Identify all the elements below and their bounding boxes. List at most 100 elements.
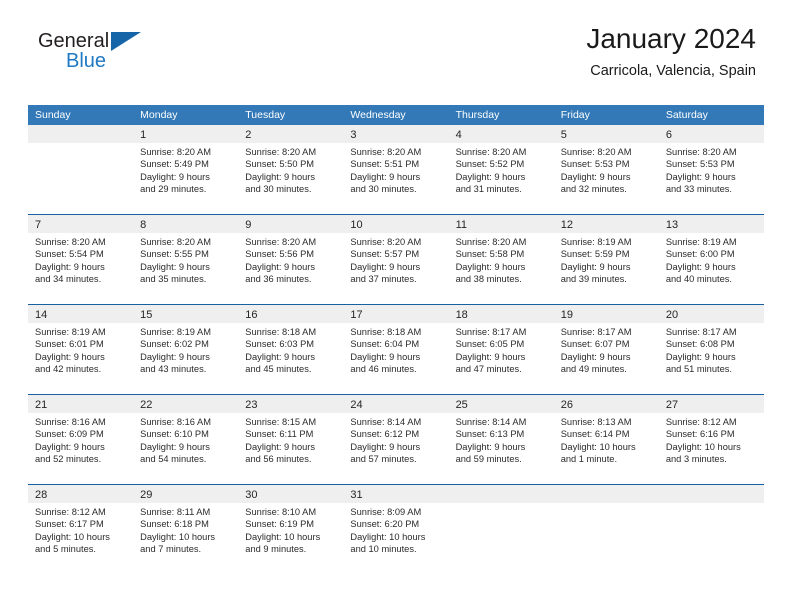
daylight-text-line2: and 36 minutes. (245, 274, 312, 285)
sunset-text: Sunset: 6:09 PM (35, 429, 104, 440)
day-number: 31 (350, 489, 363, 501)
day-sun-info: Sunrise: 8:14 AM Sunset: 6:13 PM Daylight:… (449, 413, 554, 466)
day-cell[interactable]: 6 Sunrise: 8:20 AM Sunset: 5:53 PM Daylight… (658, 125, 764, 214)
daylight-text-line1: Daylight: 9 hours (665, 171, 736, 182)
daylight-text-line2: and 37 minutes. (350, 274, 417, 285)
day-cell[interactable]: 2 Sunrise: 8:20 AM Sunset: 5:50 PM Daylight… (238, 125, 344, 214)
day-cell[interactable]: 24 Sunrise: 8:14 AM Sunset: 6:12 PM Dayligh… (343, 395, 449, 484)
day-cell[interactable]: 8 Sunrise: 8:20 AM Sunset: 5:55 PM Daylight… (133, 215, 239, 304)
day-number-band: 8 (133, 215, 239, 233)
day-number-band: 11 (448, 215, 554, 233)
sunset-text: Sunset: 5:52 PM (455, 159, 525, 170)
daylight-text-line2: and 47 minutes. (455, 364, 522, 375)
day-number: 7 (35, 219, 42, 231)
day-cell[interactable]: 13 Sunrise: 8:19 AM Sunset: 6:00 PM Dayligh… (658, 215, 764, 304)
day-sun-info: Sunrise: 8:20 AM Sunset: 5:50 PM Daylight:… (238, 143, 343, 196)
day-cell[interactable]: 16 Sunrise: 8:18 AM Sunset: 6:03 PM Dayligh… (238, 305, 344, 394)
day-number: 29 (140, 489, 153, 501)
daylight-text-line2: and 40 minutes. (665, 274, 732, 285)
calendar-week-row: 28 Sunrise: 8:12 AM Sunset: 6:17 PM Dayligh… (28, 484, 764, 574)
day-cell[interactable]: 11 Sunrise: 8:20 AM Sunset: 5:58 PM Dayligh… (448, 215, 554, 304)
daylight-text-line2: and 30 minutes. (245, 184, 312, 195)
day-number-band: 31 (343, 485, 449, 503)
day-cell[interactable]: 19 Sunrise: 8:17 AM Sunset: 6:07 PM Dayligh… (553, 305, 659, 394)
day-cell[interactable]: 23 Sunrise: 8:15 AM Sunset: 6:11 PM Dayligh… (238, 395, 344, 484)
triangle-flag-icon (111, 32, 141, 51)
sunrise-text: Sunrise: 8:20 AM (245, 237, 317, 247)
day-number: 1 (140, 129, 147, 141)
day-cell[interactable]: 25 Sunrise: 8:14 AM Sunset: 6:13 PM Dayligh… (448, 395, 554, 484)
sunset-text: Sunset: 6:12 PM (350, 429, 420, 440)
weekday-header-sunday: Sunday (35, 109, 71, 121)
day-number: 2 (245, 129, 252, 141)
day-sun-info: Sunrise: 8:12 AM Sunset: 6:17 PM Daylight:… (28, 503, 133, 556)
day-cell[interactable]: 3 Sunrise: 8:20 AM Sunset: 5:51 PM Daylight… (343, 125, 449, 214)
day-sun-info: Sunrise: 8:19 AM Sunset: 6:02 PM Daylight:… (133, 323, 238, 376)
day-number: 19 (560, 309, 573, 321)
day-cell[interactable]: 27 Sunrise: 8:12 AM Sunset: 6:16 PM Dayligh… (658, 395, 764, 484)
day-cell-empty (28, 125, 134, 214)
day-cell[interactable]: 30 Sunrise: 8:10 AM Sunset: 6:19 PM Dayligh… (238, 485, 344, 574)
day-cell[interactable]: 29 Sunrise: 8:11 AM Sunset: 6:18 PM Dayligh… (133, 485, 239, 574)
daylight-text-line1: Daylight: 9 hours (455, 261, 526, 272)
daylight-text-line2: and 3 minutes. (665, 454, 727, 465)
day-number-band: 17 (343, 305, 449, 323)
day-cell[interactable]: 10 Sunrise: 8:20 AM Sunset: 5:57 PM Dayligh… (343, 215, 449, 304)
sunset-text: Sunset: 5:53 PM (665, 159, 735, 170)
sunrise-text: Sunrise: 8:11 AM (140, 507, 211, 517)
day-cell[interactable]: 18 Sunrise: 8:17 AM Sunset: 6:05 PM Dayligh… (448, 305, 554, 394)
day-cell[interactable]: 14 Sunrise: 8:19 AM Sunset: 6:01 PM Dayligh… (28, 305, 134, 394)
day-cell[interactable]: 9 Sunrise: 8:20 AM Sunset: 5:56 PM Daylight… (238, 215, 344, 304)
weekday-header-saturday: Saturday (665, 109, 708, 121)
day-cell[interactable]: 28 Sunrise: 8:12 AM Sunset: 6:17 PM Dayligh… (28, 485, 134, 574)
sunrise-text: Sunrise: 8:20 AM (245, 147, 317, 157)
day-number: 15 (140, 309, 153, 321)
day-cell[interactable]: 12 Sunrise: 8:19 AM Sunset: 5:59 PM Dayligh… (553, 215, 659, 304)
sunset-text: Sunset: 6:10 PM (140, 429, 209, 440)
day-cell[interactable]: 26 Sunrise: 8:13 AM Sunset: 6:14 PM Dayligh… (553, 395, 659, 484)
day-number-band: 9 (238, 215, 344, 233)
day-number: 6 (665, 129, 672, 141)
day-cell[interactable]: 1 Sunrise: 8:20 AM Sunset: 5:49 PM Daylight… (133, 125, 239, 214)
day-number-band: 1 (133, 125, 239, 143)
sunset-text: Sunset: 5:54 PM (35, 249, 104, 260)
day-number: 26 (560, 399, 573, 411)
daylight-text-line2: and 54 minutes. (140, 454, 207, 465)
daylight-text-line1: Daylight: 9 hours (560, 171, 631, 182)
day-cell[interactable]: 31 Sunrise: 8:09 AM Sunset: 6:20 PM Dayligh… (343, 485, 449, 574)
title-block: January 2024 Carricola, Valencia, Spain (586, 22, 756, 82)
daylight-text-line1: Daylight: 10 hours (560, 441, 636, 452)
sunrise-text: Sunrise: 8:09 AM (350, 507, 422, 517)
daylight-text-line2: and 57 minutes. (350, 454, 417, 465)
day-cell-empty (553, 485, 659, 574)
day-cell[interactable]: 7 Sunrise: 8:20 AM Sunset: 5:54 PM Daylight… (28, 215, 134, 304)
daylight-text-line2: and 38 minutes. (455, 274, 522, 285)
day-sun-info: Sunrise: 8:20 AM Sunset: 5:49 PM Daylight:… (133, 143, 238, 196)
day-cell[interactable]: 21 Sunrise: 8:16 AM Sunset: 6:09 PM Dayligh… (28, 395, 134, 484)
day-number: 11 (455, 219, 467, 231)
sunrise-text: Sunrise: 8:10 AM (245, 507, 317, 517)
general-blue-logo[interactable]: General Blue (38, 30, 158, 82)
day-cell[interactable]: 17 Sunrise: 8:18 AM Sunset: 6:04 PM Dayligh… (343, 305, 449, 394)
day-number: 18 (455, 309, 468, 321)
day-sun-info: Sunrise: 8:10 AM Sunset: 6:19 PM Daylight:… (238, 503, 343, 556)
day-number-band: 10 (343, 215, 449, 233)
day-cell[interactable]: 5 Sunrise: 8:20 AM Sunset: 5:53 PM Daylight… (553, 125, 659, 214)
sunset-text: Sunset: 6:03 PM (245, 339, 315, 350)
sunset-text: Sunset: 6:16 PM (665, 429, 735, 440)
day-number: 10 (350, 219, 363, 231)
calendar-week-row: 1 Sunrise: 8:20 AM Sunset: 5:49 PM Daylight… (28, 125, 764, 214)
daylight-text-line1: Daylight: 9 hours (455, 441, 526, 452)
sunset-text: Sunset: 6:02 PM (140, 339, 209, 350)
day-sun-info: Sunrise: 8:20 AM Sunset: 5:56 PM Daylight:… (238, 233, 343, 286)
sunset-text: Sunset: 6:18 PM (140, 519, 209, 530)
daylight-text-line1: Daylight: 9 hours (140, 351, 210, 362)
day-cell[interactable]: 15 Sunrise: 8:19 AM Sunset: 6:02 PM Dayligh… (133, 305, 239, 394)
day-cell[interactable]: 4 Sunrise: 8:20 AM Sunset: 5:52 PM Daylight… (448, 125, 554, 214)
day-cell[interactable]: 20 Sunrise: 8:17 AM Sunset: 6:08 PM Dayligh… (658, 305, 764, 394)
day-number-band: 7 (28, 215, 134, 233)
day-cell[interactable]: 22 Sunrise: 8:16 AM Sunset: 6:10 PM Dayligh… (133, 395, 239, 484)
daylight-text-line2: and 59 minutes. (455, 454, 522, 465)
daylight-text-line1: Daylight: 9 hours (245, 441, 316, 452)
day-number: 13 (665, 219, 679, 231)
